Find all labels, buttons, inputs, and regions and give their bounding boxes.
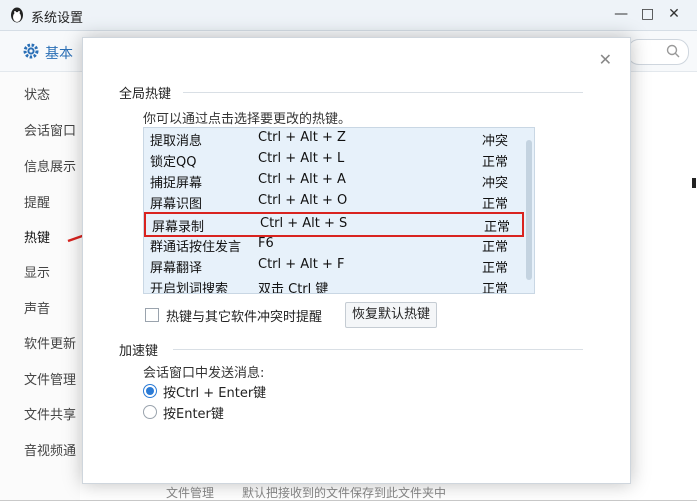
hotkey-row[interactable]: 锁定QQ Ctrl + Alt + L 正常 — [144, 149, 520, 170]
hotkey-row[interactable]: 群通话按住发言 F6 正常 — [144, 234, 520, 255]
sidebar: 状态 会话窗口 信息展示 提醒 热键 显示 声音 软件更新 文件管理 文件共享 … — [0, 72, 80, 500]
hotkey-name: 屏幕录制 — [152, 220, 205, 235]
radio-ctrl-enter-label: 按Ctrl + Enter键 — [163, 386, 267, 401]
radio-enter-label: 按Enter键 — [163, 407, 224, 422]
hotkey-row[interactable]: 提取消息 Ctrl + Alt + Z 冲突 — [144, 128, 520, 149]
hotkey-name: 捕捉屏幕 — [150, 176, 203, 191]
hotkey-status: 正常 — [482, 197, 509, 212]
hotkey-row[interactable]: 屏幕翻译 Ctrl + Alt + F 正常 — [144, 255, 520, 276]
send-message-label: 会话窗口中发送消息: — [143, 366, 265, 381]
window-title: 系统设置 — [31, 11, 84, 26]
hotkey-hint: 你可以通过点击选择要更改的热键。 — [143, 112, 352, 127]
hotkey-key: Ctrl + Alt + S — [260, 216, 348, 231]
window-close-button[interactable]: ✕ — [663, 6, 685, 22]
hotkey-name: 开启划词搜索 — [150, 282, 229, 294]
hotkey-key: Ctrl + Alt + A — [258, 172, 346, 187]
conflict-alert-label: 热键与其它软件冲突时提醒 — [166, 310, 323, 325]
hotkey-name: 群通话按住发言 — [150, 240, 242, 255]
search-input[interactable] — [627, 39, 689, 65]
hotkey-name: 提取消息 — [150, 134, 203, 149]
hotkey-key: Ctrl + Alt + F — [258, 257, 345, 272]
hotkey-key: Ctrl + Alt + L — [258, 151, 345, 166]
hotkey-row[interactable]: 开启划词搜索 双击 Ctrl 键 正常 — [144, 276, 520, 294]
list-scrollbar[interactable] — [526, 140, 532, 280]
hotkey-key: Ctrl + Alt + O — [258, 193, 348, 208]
hotkey-dialog: ✕ 全局热键 你可以通过点击选择要更改的热键。 提取消息 Ctrl + Alt … — [82, 37, 631, 484]
background-footer: 文件管理 默认把接收到的文件保存到此文件夹中 — [166, 484, 474, 501]
hotkey-key: F6 — [258, 236, 274, 251]
minimize-button[interactable]: — — [610, 6, 632, 22]
footer-text: 默认把接收到的文件保存到此文件夹中 — [242, 486, 447, 500]
hotkey-row[interactable]: 屏幕识图 Ctrl + Alt + O 正常 — [144, 191, 520, 212]
hotkey-name: 锁定QQ — [150, 155, 197, 170]
hotkey-status: 正常 — [484, 220, 511, 235]
hotkey-key: 双击 Ctrl 键 — [258, 282, 329, 294]
conflict-alert-checkbox[interactable] — [145, 308, 159, 322]
hotkey-name: 屏幕识图 — [150, 197, 203, 212]
accel-keys-title: 加速键 — [119, 344, 159, 359]
maximize-button[interactable]: □ — [637, 6, 659, 22]
radio-enter[interactable] — [143, 405, 157, 419]
hotkey-list[interactable]: 提取消息 Ctrl + Alt + Z 冲突 锁定QQ Ctrl + Alt +… — [143, 127, 535, 294]
title-bar: 系统设置 — □ ✕ — [0, 0, 697, 31]
global-hotkeys-title: 全局热键 — [119, 87, 172, 102]
gear-icon — [22, 42, 40, 60]
radio-ctrl-enter[interactable] — [143, 384, 157, 398]
penguin-icon — [8, 6, 26, 24]
tab-basic[interactable]: 基本 — [45, 43, 73, 63]
footer-label: 文件管理 — [166, 486, 215, 500]
hotkey-row-selected[interactable]: 屏幕录制 Ctrl + Alt + S 正常 — [144, 212, 524, 237]
hotkey-status: 正常 — [482, 240, 509, 255]
close-icon[interactable]: ✕ — [599, 52, 612, 68]
hotkey-status: 正常 — [482, 282, 509, 294]
hotkey-status: 冲突 — [482, 134, 509, 149]
window-controls: — □ ✕ — [610, 6, 685, 22]
hotkey-name: 屏幕翻译 — [150, 261, 203, 276]
restore-defaults-button[interactable]: 恢复默认热键 — [345, 302, 437, 328]
background-edge-mark — [692, 178, 696, 188]
hotkey-row[interactable]: 捕捉屏幕 Ctrl + Alt + A 冲突 — [144, 170, 520, 191]
search-icon — [666, 44, 680, 58]
section-divider — [183, 92, 583, 93]
hotkey-key: Ctrl + Alt + Z — [258, 130, 346, 145]
hotkey-status: 正常 — [482, 155, 509, 170]
section-divider — [173, 349, 583, 350]
hotkey-status: 正常 — [482, 261, 509, 276]
hotkey-status: 冲突 — [482, 176, 509, 191]
